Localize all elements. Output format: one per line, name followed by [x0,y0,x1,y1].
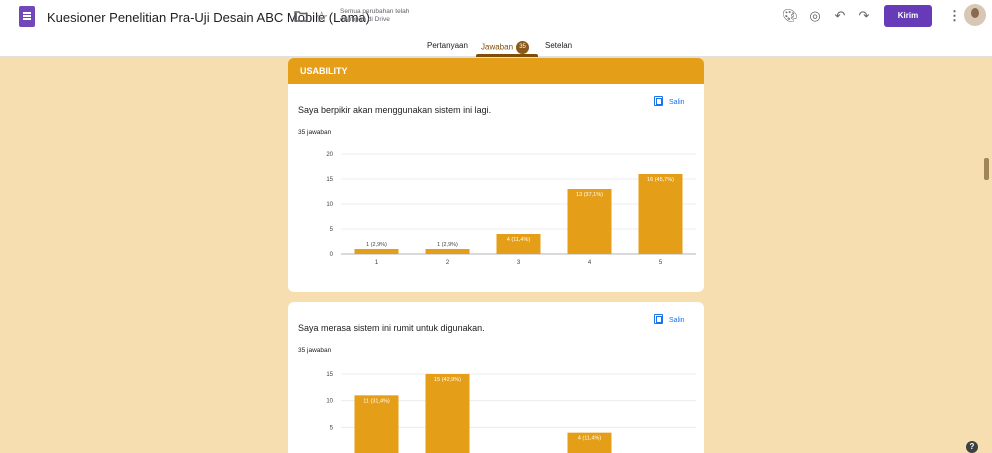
star-icon[interactable]: ☆ [315,8,328,26]
send-button[interactable]: Kirim [884,5,932,27]
tab-bar: Pertanyaan Jawaban 35 Setelan [0,38,992,57]
tab-responses[interactable]: Jawaban 35 [481,41,530,54]
help-icon[interactable]: ? [966,441,978,453]
x-tick-label: 1 [375,260,379,266]
copy-icon [654,314,663,324]
bar-chart: 0 5 10 15 20 1 (2,9%) 1 1 (2,9%) 2 4 (11,4%) 3 13 (… [326,152,696,266]
copy-label: Salin [669,99,685,106]
bar [425,249,470,254]
bar [638,174,683,254]
data-label: 11 (31,4%) [363,398,390,404]
x-tick-label: 5 [659,260,663,266]
y-tick-label: 15 [326,372,333,378]
tab-settings[interactable]: Setelan [545,41,572,50]
preview-eye-icon[interactable]: ◎ [807,8,823,24]
section-title: USABILITY [300,66,348,76]
x-tick-label: 2 [446,260,450,266]
response-count-badge: 35 [516,41,530,54]
question-card: Saya merasa sistem ini rumit untuk digun… [288,302,704,453]
y-tick-label: 5 [330,227,334,233]
bar [354,249,399,254]
x-tick-label: 4 [588,260,592,266]
folder-icon[interactable] [294,11,308,22]
save-status: Semua perubahan telah disimpan di Drive [340,8,410,23]
section-header: USABILITY [288,58,704,84]
bar [425,374,470,453]
forms-app-icon[interactable] [19,6,35,27]
active-tab-indicator [476,54,538,57]
question-title: Saya berpikir akan menggunakan sistem in… [298,105,492,115]
copy-label: Salin [669,317,685,324]
data-label: 1 (2,9%) [437,242,458,248]
undo-icon[interactable]: ↶ [832,8,848,24]
response-count: 35 jawaban [298,129,332,136]
y-tick-label: 15 [326,177,333,183]
data-label: 15 (42,9%) [434,377,461,383]
tab-responses-label: Jawaban [481,42,514,52]
response-count: 35 jawaban [298,347,332,354]
copy-chart-button[interactable]: Salin [654,314,685,324]
data-label: 1 (2,9%) [366,242,387,248]
y-tick-label: 5 [330,425,334,431]
x-tick-label: 3 [517,260,521,266]
scrollbar-thumb[interactable] [984,158,989,180]
y-tick-label: 10 [326,399,333,405]
redo-icon[interactable]: ↷ [856,8,872,24]
avatar[interactable] [964,4,986,26]
question-card: Saya berpikir akan menggunakan sistem in… [288,84,704,292]
y-tick-label: 20 [326,152,333,158]
data-label: 4 (11,4%) [578,436,602,442]
y-tick-label: 10 [326,202,333,208]
data-label: 16 (45,7%) [647,177,674,183]
data-label: 4 (11,4%) [507,237,531,243]
palette-icon[interactable]: 🎨︎ [782,8,799,24]
data-label: 13 (37,1%) [576,192,603,198]
top-bar: Kuesioner Penelitian Pra-Uji Desain ABC … [0,0,992,57]
tab-questions[interactable]: Pertanyaan [427,41,468,50]
copy-chart-button[interactable]: Salin [654,96,685,106]
bar-chart: 5 10 15 11 (31,4%) 15 (42,9%) 4 (11,4%) [326,372,696,453]
y-tick-label: 0 [330,252,334,258]
more-vert-icon[interactable]: ⋮ [948,8,961,24]
bar [567,189,612,254]
question-title: Saya merasa sistem ini rumit untuk digun… [298,323,485,333]
copy-icon [654,96,663,106]
